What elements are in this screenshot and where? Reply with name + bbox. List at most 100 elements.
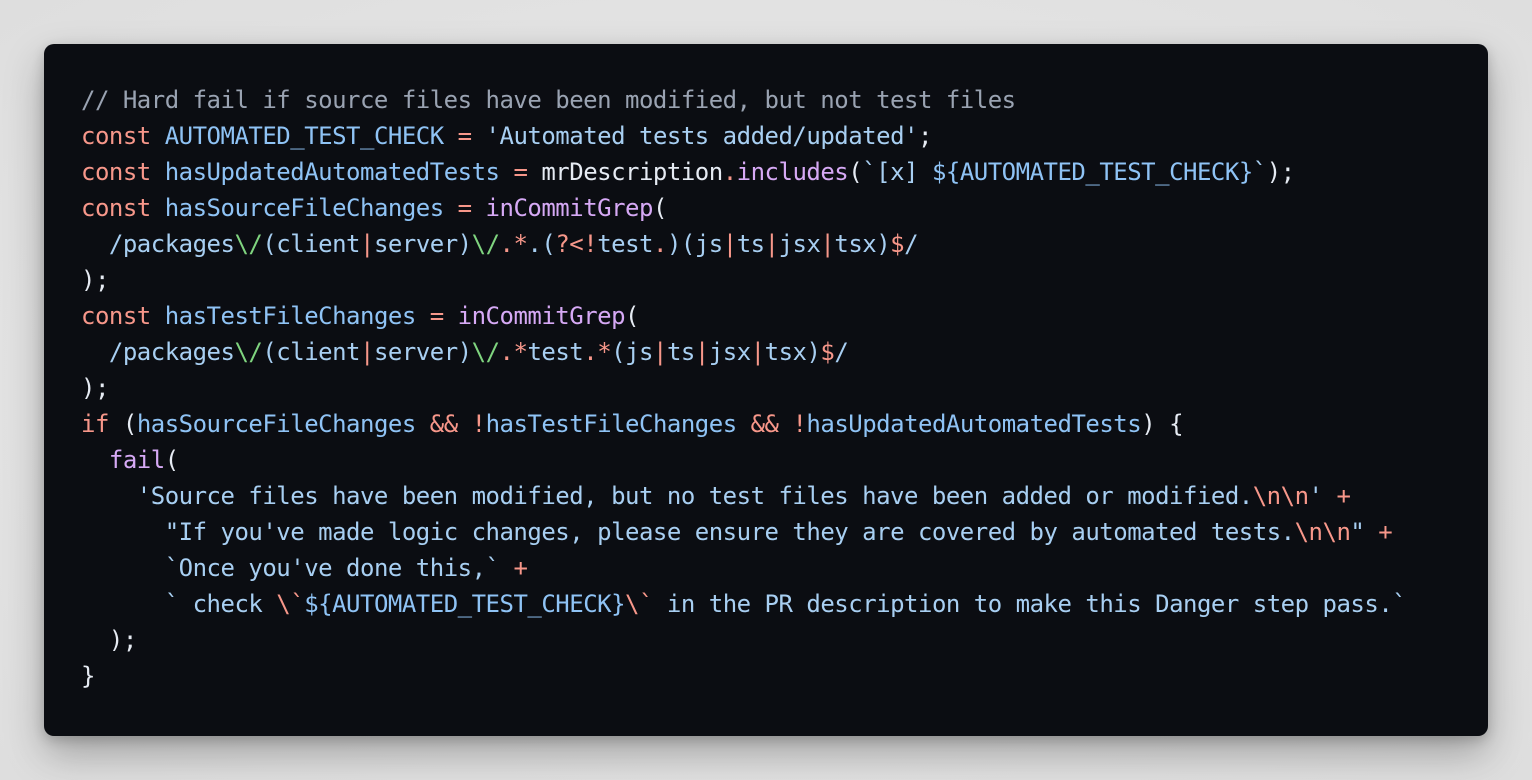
code-token-regex-op: | (722, 230, 737, 258)
code-token-regex: test (527, 338, 584, 366)
code-token-escape: \` (276, 590, 305, 618)
code-token-regex: / (834, 338, 849, 366)
code-token-regex-op: $ (820, 338, 835, 366)
code-token-op: && (750, 410, 779, 438)
code-token-regex-op: * (597, 338, 612, 366)
code-token-regex: . (527, 230, 542, 258)
code-token-regex-op: . (583, 338, 598, 366)
code-token-op: = (457, 194, 472, 222)
code-token-regex-op: | (360, 230, 374, 258)
code-token-punct: ( (164, 446, 179, 474)
code-token-op: = (429, 302, 444, 330)
code-token-op: = (457, 122, 472, 150)
code-token-string: 'Source files have been modified, but no… (136, 482, 1253, 510)
code-token-punct: ( (625, 302, 639, 330)
code-token-regex: server) (373, 230, 472, 258)
code-token-regex: /packages (108, 230, 235, 258)
code-token-plain: ( (108, 410, 137, 438)
code-token-keyword: const (81, 302, 151, 330)
code-token-regex-esc: \/ (234, 338, 263, 366)
code-token-string: " (1350, 518, 1365, 546)
code-token-punct: ; (917, 122, 932, 150)
code-token-regex-op: ?<! (555, 230, 598, 258)
code-token-string: `Once you've done this,` (164, 554, 500, 582)
code-token-keyword: const (81, 122, 151, 150)
code-token-op: = (513, 158, 528, 186)
code-token-string: ` (1252, 158, 1267, 186)
code-token-interp: ${AUTOMATED_TEST_CHECK} (931, 158, 1253, 186)
code-token-regex: jsx (708, 338, 751, 366)
code-snippet-card: // Hard fail if source files have been m… (44, 44, 1488, 736)
code-token-punct: } (81, 662, 95, 690)
code-token-string: in the PR description to make this Dange… (652, 590, 1407, 618)
code-token-keyword: if (81, 410, 109, 438)
code-token-ident: AUTOMATED_TEST_CHECK (164, 122, 444, 150)
code-line: } (81, 658, 1488, 694)
code-token-op: ! (471, 410, 486, 438)
code-token-regex: (client (262, 230, 361, 258)
code-token-ident: hasSourceFileChanges (136, 410, 416, 438)
code-token-ident: hasTestFileChanges (164, 302, 417, 330)
code-line: "If you've made logic changes, please en… (81, 514, 1488, 550)
code-block: // Hard fail if source files have been m… (81, 82, 1488, 694)
code-token-escape: \` (625, 590, 653, 618)
code-token-func: includes (736, 158, 849, 186)
code-line: ); (81, 622, 1488, 658)
code-line: // Hard fail if source files have been m… (81, 82, 1488, 118)
code-token-regex-op: . (499, 338, 514, 366)
code-token-string: ` check (164, 590, 277, 618)
code-token-regex: /packages (108, 338, 235, 366)
code-token-regex-op: . (499, 230, 514, 258)
code-token-op: + (513, 554, 528, 582)
code-line: `Once you've done this,` + (81, 550, 1488, 586)
code-token-op: + (1336, 482, 1351, 510)
code-line: ); (81, 262, 1488, 298)
code-token-func: inCommitGrep (485, 194, 654, 222)
code-token-regex-op: | (694, 338, 709, 366)
code-token-regex-op: * (513, 230, 528, 258)
code-token-func: inCommitGrep (457, 302, 626, 330)
code-token-interp: ${AUTOMATED_TEST_CHECK} (304, 590, 626, 618)
code-token-regex-esc: \/ (471, 338, 500, 366)
code-token-punct: ( (848, 158, 863, 186)
code-token-op: . (722, 158, 737, 186)
code-line: /packages\/(client|server)\/.*test.*(js|… (81, 334, 1488, 370)
code-line: const hasUpdatedAutomatedTests = mrDescr… (81, 154, 1488, 190)
code-token-plain: ) { (1141, 410, 1184, 438)
code-token-punct: ); (108, 626, 137, 654)
code-token-regex-op: | (653, 338, 667, 366)
code-token-regex-op: $ (890, 230, 905, 258)
code-line: if (hasSourceFileChanges && !hasTestFile… (81, 406, 1488, 442)
code-token-punct: ); (1266, 158, 1295, 186)
code-token-func: fail (108, 446, 165, 474)
code-token-regex-op: | (764, 230, 779, 258)
code-token-regex: server) (373, 338, 472, 366)
code-token-regex-esc: \/ (471, 230, 500, 258)
code-token-ident: hasTestFileChanges (485, 410, 738, 438)
code-token-op: ! (792, 410, 807, 438)
code-token-regex: (js (611, 338, 653, 366)
code-token-keyword: const (81, 158, 151, 186)
code-token-regex: test (597, 230, 653, 258)
code-token-escape: \n\n (1294, 518, 1351, 546)
code-token-regex-op: | (750, 338, 765, 366)
code-token-op: + (1378, 518, 1393, 546)
